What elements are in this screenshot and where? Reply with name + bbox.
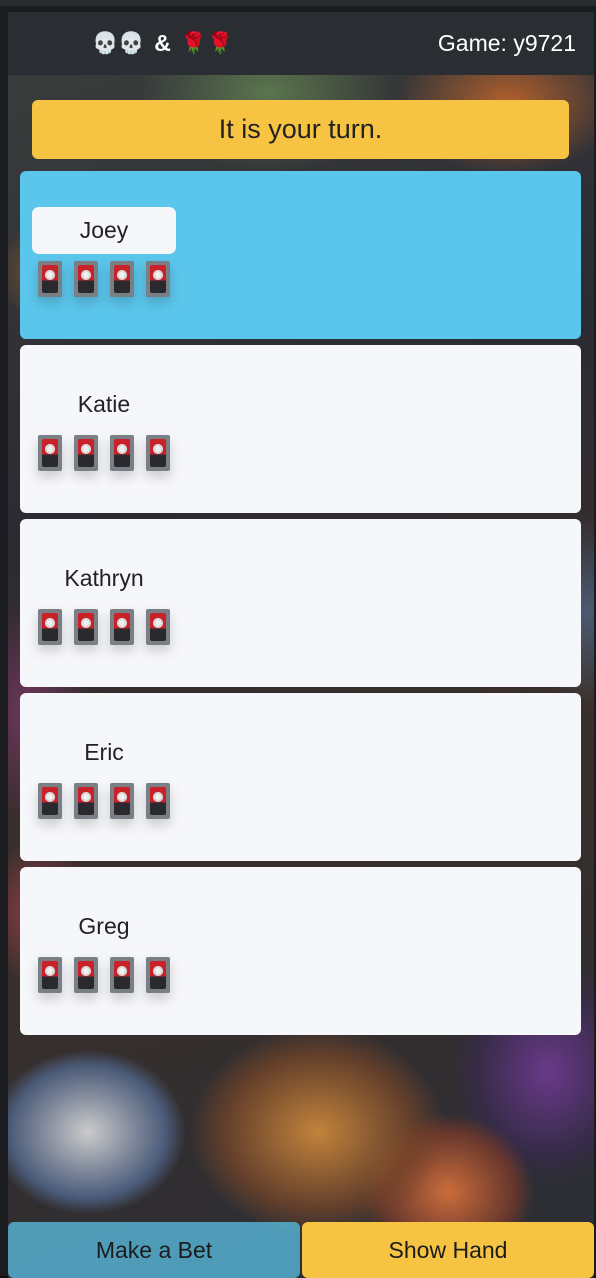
card-back-icon [146,435,170,471]
card-back-icon [110,957,134,993]
player-card-katie[interactable]: Katie [20,345,581,513]
card-back-icon [110,435,134,471]
card-back-icon [110,261,134,297]
player-name: Katie [77,391,131,417]
card-back-icon [38,435,62,471]
player-card-joey[interactable]: Joey [20,171,581,339]
app-root: 💀💀 & 🌹🌹 Game: y9721 It is your turn. Joe… [8,12,594,1278]
window-frame: 💀💀 & 🌹🌹 Game: y9721 It is your turn. Joe… [0,0,596,1278]
show-hand-button[interactable]: Show Hand [302,1222,594,1278]
player-name: Eric [84,739,124,765]
card-back-icon [146,957,170,993]
skull-icon: 💀💀 [92,31,145,55]
brand-ampersand: & [154,30,171,56]
player-card-eric[interactable]: Eric [20,693,581,861]
card-back-icon [146,261,170,297]
turn-banner: It is your turn. [32,100,569,159]
card-back-icon [110,783,134,819]
card-back-icon [74,609,98,645]
card-back-icon [74,435,98,471]
player-hand [38,783,170,819]
card-back-icon [74,261,98,297]
game-id-label: Game: y9721 [437,30,576,56]
card-back-icon [146,783,170,819]
card-back-icon [74,783,98,819]
player-hand [38,261,170,297]
action-bar: Make a Bet Show Hand [8,1222,594,1278]
player-hand [38,957,170,993]
make-bet-button[interactable]: Make a Bet [8,1222,300,1278]
card-back-icon [38,783,62,819]
player-name: Greg [78,913,130,939]
brand-logo: 💀💀 & 🌹🌹 [92,30,233,57]
card-back-icon [74,957,98,993]
player-hand [38,435,170,471]
player-name: Joey [32,207,176,254]
player-card-kathryn[interactable]: Kathryn [20,519,581,687]
card-back-icon [110,609,134,645]
card-back-icon [38,957,62,993]
card-back-icon [38,261,62,297]
top-bar: 💀💀 & 🌹🌹 Game: y9721 [8,12,594,75]
card-back-icon [38,609,62,645]
player-card-greg[interactable]: Greg [20,867,581,1035]
player-hand [38,609,170,645]
player-name: Kathryn [64,565,144,591]
rose-icon: 🌹🌹 [180,31,234,55]
card-back-icon [146,609,170,645]
